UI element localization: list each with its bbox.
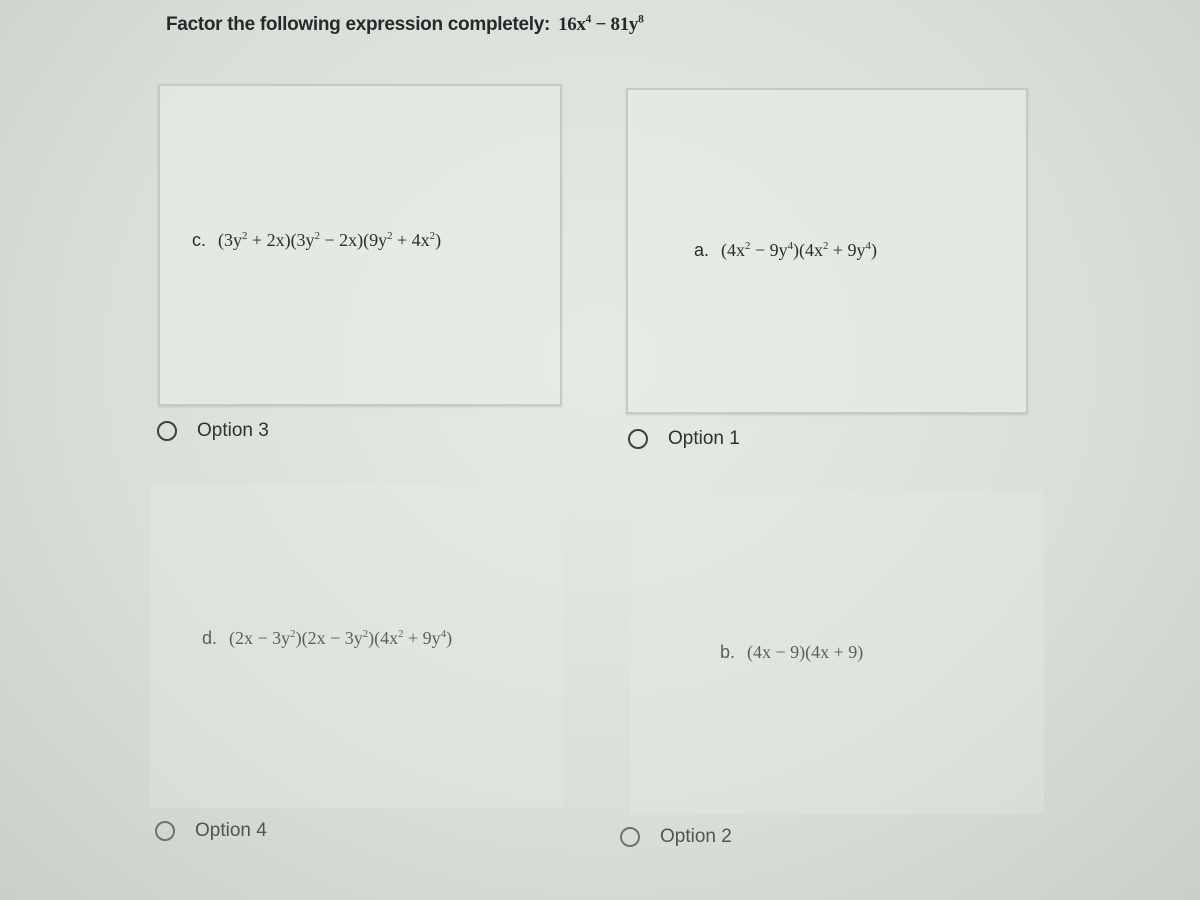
option-label: Option 2	[660, 826, 732, 847]
choice-expression: (2x − 3y2)(2x − 3y2)(4x2 + 9y4)	[229, 628, 453, 648]
radio-button[interactable]	[155, 821, 175, 841]
choice-letter: c.	[192, 230, 207, 250]
choice-c-text: c. (3y2 + 2x)(3y2 − 2x)(9y2 + 4x2)	[192, 230, 441, 251]
question-expression: 16x4 − 81y8	[558, 13, 644, 35]
radio-option-2[interactable]: Option 2	[620, 826, 732, 848]
option-label: Option 1	[668, 428, 740, 449]
radio-option-1[interactable]: Option 1	[628, 428, 740, 450]
choice-card-c[interactable]: c. (3y2 + 2x)(3y2 − 2x)(9y2 + 4x2)	[158, 84, 562, 406]
choice-expression: (3y2 + 2x)(3y2 − 2x)(9y2 + 4x2)	[218, 230, 442, 250]
choice-card-d[interactable]: d. (2x − 3y2)(2x − 3y2)(4x2 + 9y4)	[150, 484, 564, 808]
radio-option-3[interactable]: Option 3	[157, 420, 269, 442]
question-text: Factor the following expression complete…	[166, 14, 551, 35]
choice-expression: (4x2 − 9y4)(4x2 + 9y4)	[721, 240, 877, 260]
radio-button[interactable]	[628, 429, 648, 449]
choice-expression: (4x − 9)(4x + 9)	[747, 642, 864, 662]
choice-d-text: d. (2x − 3y2)(2x − 3y2)(4x2 + 9y4)	[202, 628, 452, 649]
choice-card-a[interactable]: a. (4x2 − 9y4)(4x2 + 9y4)	[626, 88, 1028, 414]
question-prompt: Factor the following expression complete…	[166, 14, 644, 36]
choice-card-b[interactable]: b. (4x − 9)(4x + 9)	[630, 490, 1044, 814]
option-label: Option 4	[195, 820, 267, 841]
choice-letter: d.	[202, 628, 218, 648]
radio-option-4[interactable]: Option 4	[155, 820, 267, 842]
radio-button[interactable]	[620, 827, 640, 847]
radio-button[interactable]	[157, 421, 177, 441]
choice-a-text: a. (4x2 − 9y4)(4x2 + 9y4)	[694, 240, 877, 261]
option-label: Option 3	[197, 420, 269, 441]
choice-letter: a.	[694, 240, 710, 260]
choice-letter: b.	[720, 642, 736, 662]
choice-b-text: b. (4x − 9)(4x + 9)	[720, 642, 863, 663]
